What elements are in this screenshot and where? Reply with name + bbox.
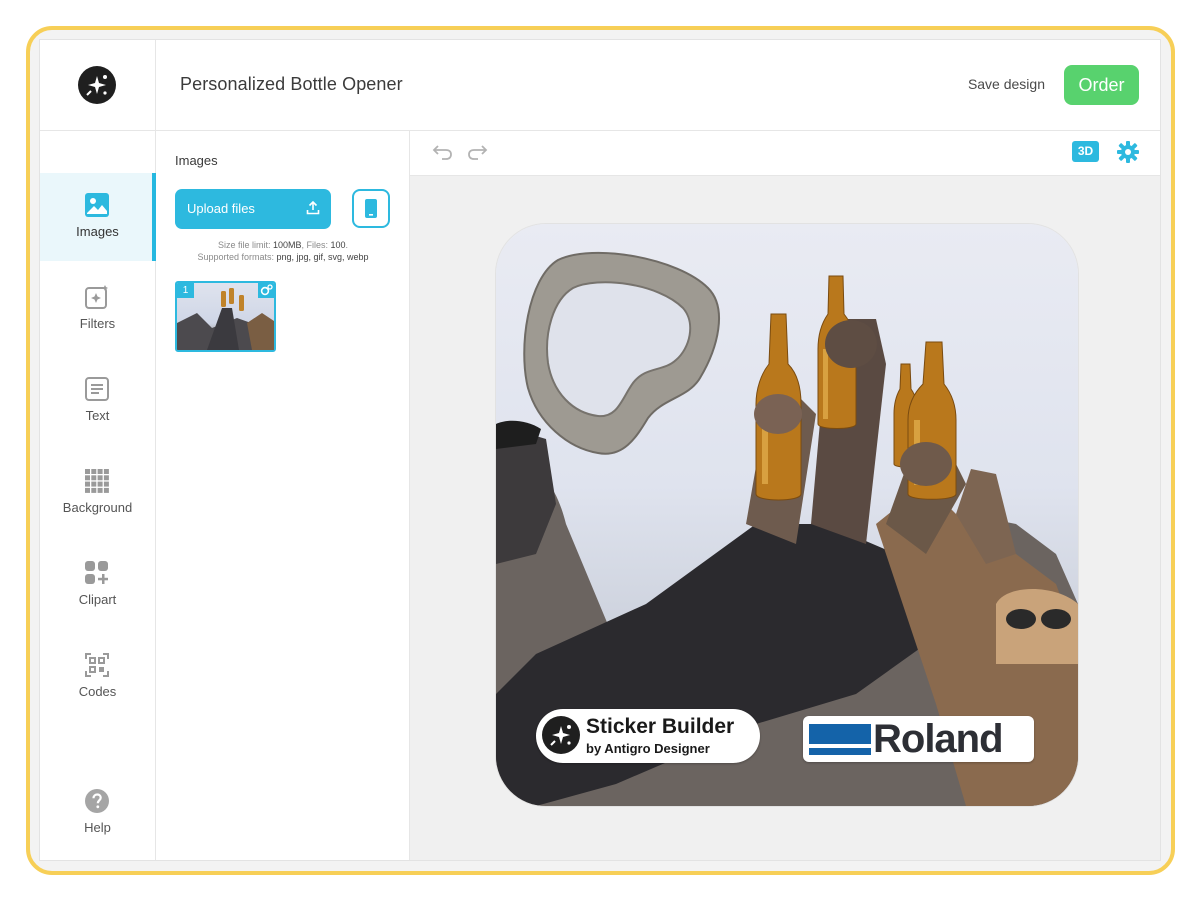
upload-limits-text: Size file limit: 100MB, Files: 100. Supp… — [156, 239, 410, 263]
sidebar-item-background[interactable]: Background — [40, 449, 155, 537]
header: Personalized Bottle Opener Save design O… — [40, 40, 1160, 131]
undo-icon[interactable] — [432, 142, 454, 162]
upload-files-button[interactable]: Upload files — [175, 189, 331, 229]
panel-title: Images — [175, 153, 218, 168]
formats-prefix: Supported formats: — [197, 252, 277, 262]
sidebar-item-label: Background — [62, 500, 133, 515]
canvas-toolbar: 3D — [410, 131, 1160, 176]
sidebar-item-label: Clipart — [78, 592, 117, 607]
sparkle-icon — [85, 285, 108, 309]
redo-icon[interactable] — [466, 142, 488, 162]
order-button[interactable]: Order — [1064, 65, 1139, 105]
settings-gear-icon[interactable] — [1117, 141, 1139, 163]
sidebar-item-label: Images — [76, 224, 119, 239]
sidebar-item-filters[interactable]: Filters — [40, 265, 155, 353]
qr-code-icon — [85, 653, 109, 677]
upload-icon — [306, 201, 320, 215]
sidebar-nav: Images Filters Text Background Clipart C… — [40, 131, 156, 860]
sidebar-item-codes[interactable]: Codes — [40, 633, 155, 721]
limit-files-prefix: , Files: — [301, 240, 331, 250]
limit-prefix: Size file limit: — [217, 240, 273, 250]
bottle-opener-preview[interactable]: Sticker Builder by Antigro Designer Rola… — [496, 224, 1078, 806]
formats-list: png, jpg, gif, svg, webp — [276, 252, 369, 262]
images-panel: Images Upload files Size file limit: 100… — [156, 131, 410, 860]
upload-files-label: Upload files — [187, 201, 255, 216]
save-design-button[interactable]: Save design — [968, 76, 1045, 92]
roland-logo-sticker[interactable]: Roland — [803, 716, 1034, 762]
sidebar-item-label: Filters — [79, 316, 116, 331]
sidebar-item-text[interactable]: Text — [40, 357, 155, 445]
sidebar-item-label: Codes — [78, 684, 117, 699]
sticker-builder-subtitle: by Antigro Designer — [586, 741, 710, 756]
roland-logo-text: Roland — [873, 717, 1004, 761]
sidebar-item-clipart[interactable]: Clipart — [40, 541, 155, 629]
sticker-builder-title: Sticker Builder — [586, 715, 735, 738]
bottle-opener-ring — [523, 251, 720, 455]
thumbnail-settings-icon[interactable] — [258, 283, 274, 298]
sticker-builder-sticker[interactable]: Sticker Builder by Antigro Designer — [536, 709, 760, 763]
help-icon — [85, 789, 109, 813]
text-icon — [85, 377, 109, 401]
logo-cell — [40, 40, 156, 131]
phone-icon — [365, 199, 377, 218]
sidebar-item-help[interactable]: Help — [40, 769, 155, 857]
grid-icon — [85, 469, 109, 493]
view-3d-button[interactable]: 3D — [1072, 141, 1099, 162]
limit-files: 100 — [330, 240, 346, 250]
sidebar-item-label: Help — [84, 820, 111, 835]
limit-size: 100MB — [272, 240, 302, 250]
page-title: Personalized Bottle Opener — [180, 74, 403, 94]
limit-suffix: . — [345, 240, 349, 250]
roland-mark-icon — [809, 724, 871, 756]
mobile-upload-button[interactable] — [352, 189, 390, 228]
design-workspace: Sticker Builder by Antigro Designer Rola… — [410, 176, 1160, 860]
app-logo-icon[interactable] — [78, 66, 116, 104]
sidebar-item-images[interactable]: Images — [40, 173, 156, 261]
thumbnail-index-badge: 1 — [177, 283, 194, 298]
sidebar-item-label: Text — [85, 408, 110, 423]
uploaded-image-thumbnail[interactable]: 1 — [175, 281, 276, 352]
sticker-builder-logo-icon — [542, 716, 580, 754]
image-icon — [85, 193, 109, 217]
clipart-icon — [85, 561, 108, 584]
app-window: Personalized Bottle Opener Save design O… — [39, 39, 1161, 861]
